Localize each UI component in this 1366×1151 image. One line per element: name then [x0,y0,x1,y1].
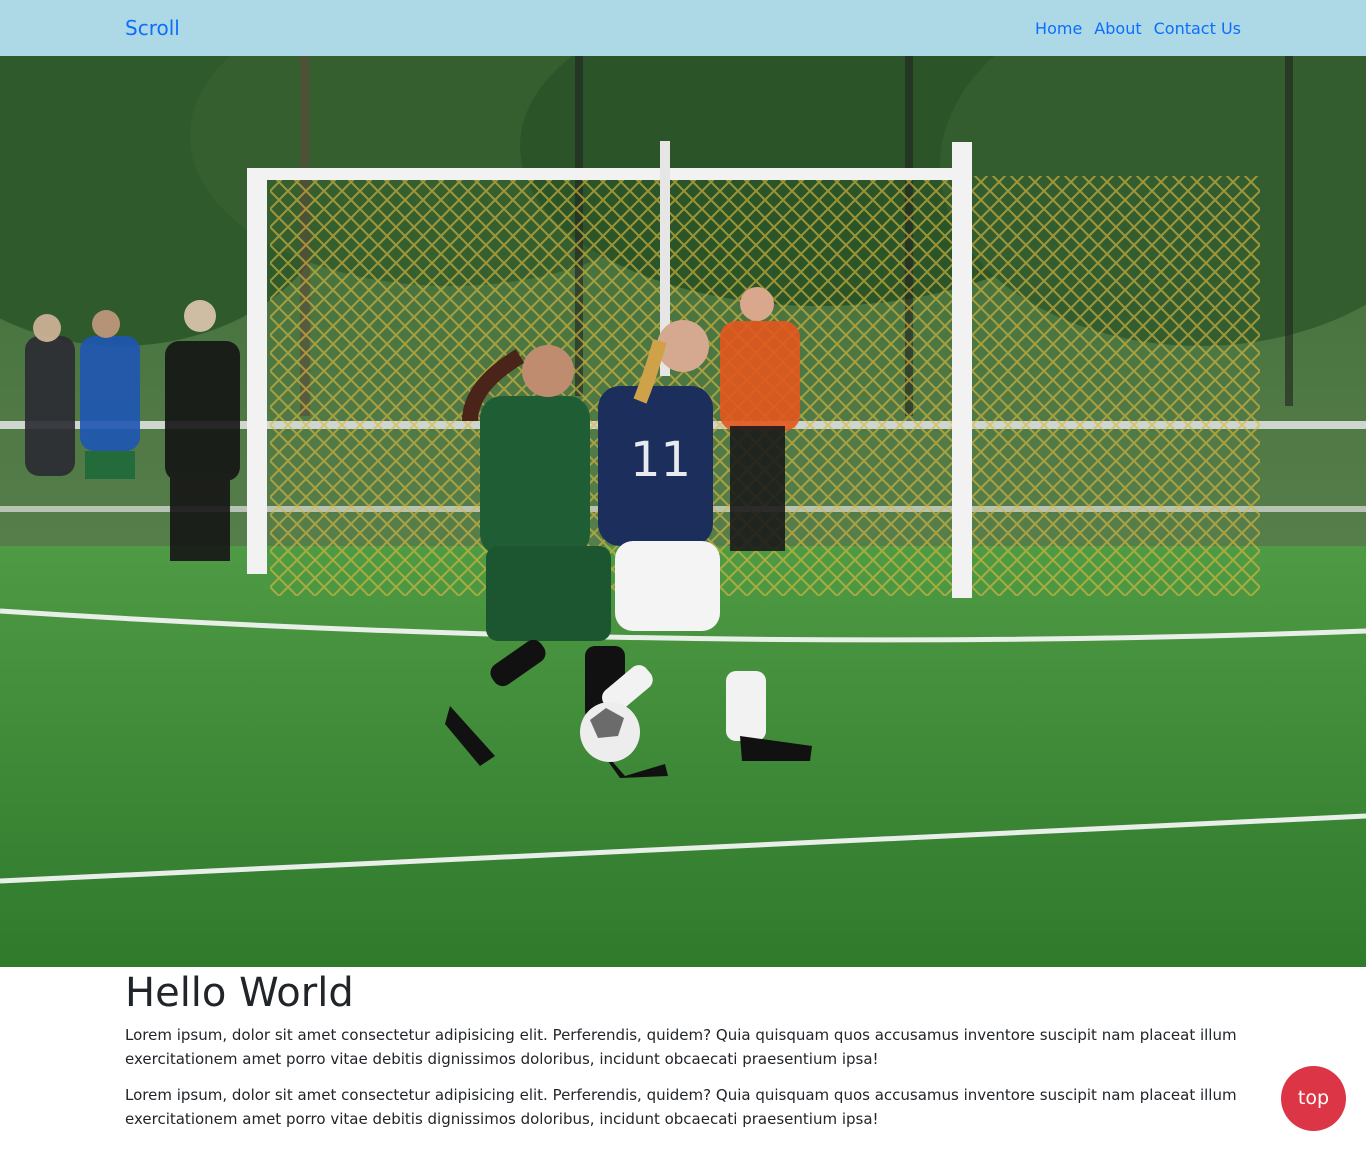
nav-link-home[interactable]: Home [1035,18,1082,39]
scroll-to-top-button[interactable]: top [1281,1066,1346,1131]
nav-link-contact-us[interactable]: Contact Us [1154,18,1241,39]
main-content: Hello World Lorem ipsum, dolor sit amet … [125,967,1241,1143]
soccer-match-photo: 11 [0,56,1366,967]
hero-image: 11 [0,56,1366,967]
paragraph-1: Lorem ipsum, dolor sit amet consectetur … [125,1026,1237,1068]
page-title: Hello World [125,970,354,1016]
nav-links: Home About Contact Us [1035,18,1241,39]
svg-text:11: 11 [630,432,691,488]
navbar: Scroll Home About Contact Us [0,0,1366,56]
paragraph-2: Lorem ipsum, dolor sit amet consectetur … [125,1086,1237,1128]
brand-link[interactable]: Scroll [125,15,180,41]
nav-link-about[interactable]: About [1094,18,1141,39]
